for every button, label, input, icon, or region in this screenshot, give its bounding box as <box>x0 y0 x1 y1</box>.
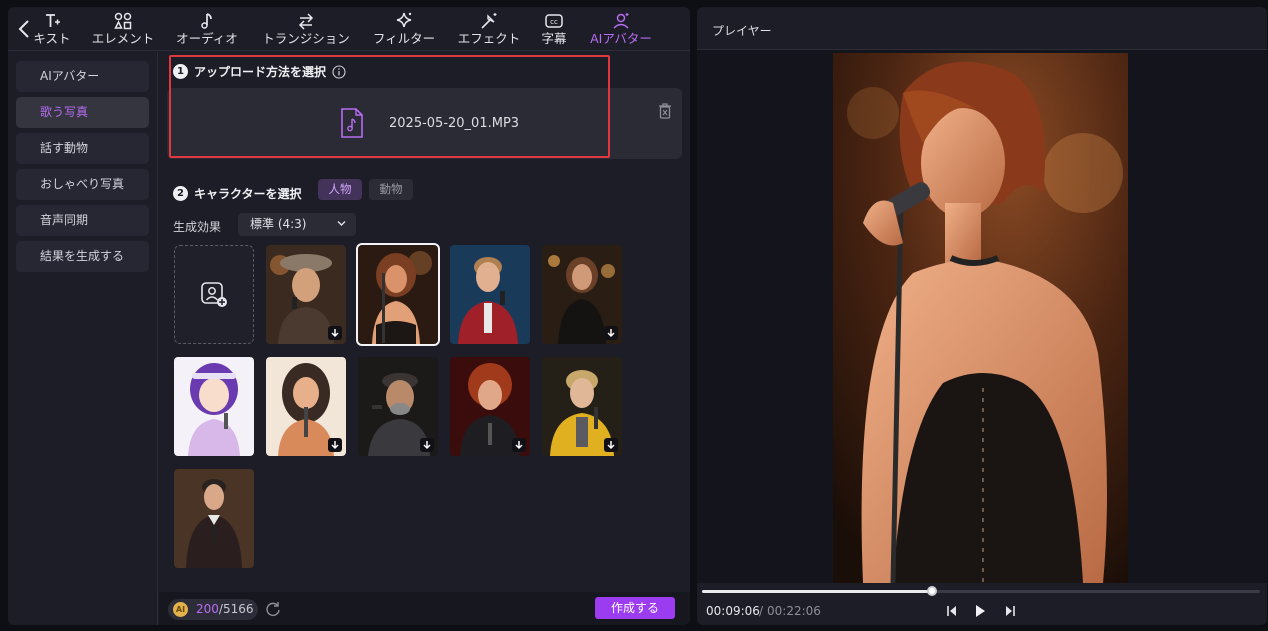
character-thumbnail[interactable] <box>542 357 622 456</box>
singing-woman-image <box>358 245 438 344</box>
tool-transition[interactable]: トランジション <box>259 11 353 51</box>
sidebar-item-singing-photo[interactable]: 歌う写真 <box>16 97 149 128</box>
sidebar-item-talking-animal[interactable]: 話す動物 <box>16 133 149 164</box>
elements-icon <box>114 12 132 30</box>
tool-filter[interactable]: フィルター <box>370 11 438 51</box>
progress-fill <box>702 590 932 593</box>
download-icon[interactable] <box>328 438 342 452</box>
character-thumbnail[interactable] <box>174 469 254 568</box>
anime-girl-image <box>174 357 254 456</box>
character-thumbnail[interactable] <box>358 357 438 456</box>
filter-chip-human[interactable]: 人物 <box>318 179 362 200</box>
info-icon[interactable] <box>332 64 346 79</box>
back-chevron-icon[interactable] <box>17 19 31 39</box>
character-thumbnail[interactable] <box>450 245 530 344</box>
previous-frame-icon[interactable] <box>946 604 958 618</box>
character-thumbnail[interactable] <box>266 245 346 344</box>
music-note-icon <box>201 13 212 29</box>
credits-used: 200 <box>196 602 219 616</box>
timeline-scrubber[interactable] <box>702 586 1260 596</box>
tool-subtitle[interactable]: cc 字幕 <box>538 11 570 51</box>
tool-elements[interactable]: エレメント <box>90 11 156 51</box>
cc-icon: cc <box>545 14 563 28</box>
tool-label: AIアバター <box>590 31 652 46</box>
character-thumbnail[interactable] <box>542 245 622 344</box>
add-character-button[interactable] <box>174 245 254 344</box>
current-time: 00:09:06 <box>706 604 760 618</box>
ai-coin-icon: AI <box>173 602 188 617</box>
step2-label: キャラクターを選択 <box>194 187 302 201</box>
scrubber-handle[interactable] <box>926 586 937 596</box>
uploaded-file-name: 2025-05-20_01.MP3 <box>389 116 520 131</box>
step1-label: アップロード方法を選択 <box>194 65 327 79</box>
total-time: 00:22:06 <box>767 604 821 618</box>
download-icon[interactable] <box>420 438 434 452</box>
uploaded-file-box[interactable]: 2025-05-20_01.MP3 <box>167 88 682 159</box>
sidebar-item-lip-sync[interactable]: 音声同期 <box>16 205 149 236</box>
credits-text: 200/5166 <box>196 602 254 616</box>
tool-audio[interactable]: オーディオ <box>173 11 241 51</box>
main-content: 1 アップロード方法を選択 2025-05-20_01.MP3 2 キャラクター… <box>159 52 690 625</box>
tool-label: トランジション <box>262 31 350 46</box>
download-icon[interactable] <box>328 326 342 340</box>
sidebar-item-generate-result[interactable]: 結果を生成する <box>16 241 149 272</box>
download-icon[interactable] <box>512 438 526 452</box>
text-icon <box>46 14 60 27</box>
audio-file-icon <box>341 108 363 138</box>
effect-label: 生成効果 <box>173 220 222 234</box>
sidebar: AIアバター 歌う写真 話す動物 おしゃべり写真 音声同期 結果を生成する <box>8 52 158 625</box>
download-icon[interactable] <box>604 438 618 452</box>
sidebar-item-ai-avatar[interactable]: AIアバター <box>16 61 149 92</box>
transition-arrows-icon <box>298 13 314 30</box>
man-in-suit-image <box>174 469 254 568</box>
character-thumbnail[interactable] <box>174 357 254 456</box>
credits-display: AI 200/5166 <box>168 599 258 620</box>
tool-label: エレメント <box>91 31 155 46</box>
tool-effect[interactable]: エフェクト <box>455 11 523 51</box>
trash-icon[interactable] <box>657 102 673 120</box>
tool-ai-avatar[interactable]: AIアバター <box>584 11 658 51</box>
toolbar: キスト エレメント オーディオ トランジション フィルター エフェクト cc 字… <box>8 7 690 51</box>
character-thumbnail[interactable] <box>266 357 346 456</box>
sparkle-icon <box>396 12 412 28</box>
character-thumbnail-selected[interactable] <box>356 243 440 346</box>
step2-title: 2 キャラクターを選択 <box>173 185 302 202</box>
tool-label: オーディオ <box>176 31 238 46</box>
play-icon[interactable] <box>974 604 986 618</box>
step-number: 2 <box>173 186 188 201</box>
tool-text[interactable]: キスト <box>32 11 72 51</box>
editor-panel: キスト エレメント オーディオ トランジション フィルター エフェクト cc 字… <box>8 7 690 625</box>
credits-total: /5166 <box>218 602 254 616</box>
tool-label: フィルター <box>372 31 436 46</box>
chevron-down-icon <box>337 221 346 226</box>
tool-label: キスト <box>33 31 71 46</box>
next-frame-icon[interactable] <box>1004 604 1016 618</box>
create-button[interactable]: 作成する <box>595 597 675 619</box>
step1-title: 1 アップロード方法を選択 <box>173 63 346 80</box>
character-thumbnail[interactable] <box>450 357 530 456</box>
refresh-icon[interactable] <box>265 601 281 617</box>
svg-text:cc: cc <box>550 18 558 26</box>
video-frame-singer-image <box>833 53 1128 583</box>
effect-dropdown[interactable]: 標準 (4:3) <box>238 213 356 236</box>
boy-red-jacket-image <box>450 245 530 344</box>
avatar-icon <box>613 13 629 29</box>
tool-label: エフェクト <box>457 31 521 46</box>
player-panel: プレイヤー 00:09:06 / 00:22:06 <box>697 7 1267 625</box>
effect-value: 標準 (4:3) <box>250 217 307 231</box>
download-icon[interactable] <box>604 326 618 340</box>
sidebar-item-talking-photo[interactable]: おしゃべり写真 <box>16 169 149 200</box>
footer-bar: AI 200/5166 作成する <box>159 592 690 625</box>
tool-label: 字幕 <box>541 31 567 46</box>
magic-wand-icon <box>481 13 497 29</box>
filter-chip-animal[interactable]: 動物 <box>369 179 413 200</box>
player-title: プレイヤー <box>712 24 772 38</box>
video-preview-area <box>697 50 1267 583</box>
add-person-icon <box>201 282 227 307</box>
step-number: 1 <box>173 64 188 79</box>
time-separator: / <box>759 604 764 618</box>
